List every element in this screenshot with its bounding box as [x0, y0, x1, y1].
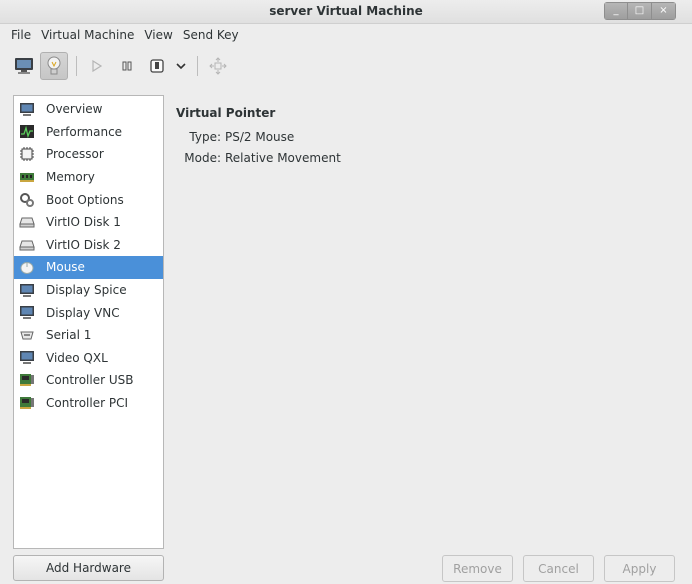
close-button[interactable]: × [652, 2, 676, 20]
mode-label: Mode: [184, 150, 221, 165]
type-value: PS/2 Mouse [225, 129, 295, 144]
type-label: Type: [189, 129, 221, 144]
toolbar-separator [76, 56, 77, 76]
hw-item-controller-usb[interactable]: Controller USB [14, 369, 163, 392]
display-icon [18, 305, 36, 321]
hw-item-virtio-disk-1[interactable]: VirtIO Disk 1 [14, 211, 163, 234]
controller-icon [18, 372, 36, 388]
dropdown-icon [176, 63, 186, 70]
shutdown-menu-button[interactable] [173, 52, 189, 80]
maximize-button[interactable]: □ [628, 2, 652, 20]
fullscreen-icon [209, 57, 227, 75]
menu-send-key[interactable]: Send Key [178, 28, 244, 42]
mode-row: Mode: Relative Movement [176, 147, 341, 168]
section-title: Virtual Pointer [176, 106, 276, 120]
shutdown-icon [150, 59, 164, 73]
disk-icon [18, 237, 36, 253]
run-icon [92, 59, 103, 73]
hw-item-memory[interactable]: Memory [14, 166, 163, 189]
serial-icon [18, 327, 36, 343]
run-button[interactable] [83, 52, 111, 80]
lightbulb-icon [47, 56, 61, 75]
pause-icon [122, 61, 132, 71]
memory-icon [18, 169, 36, 185]
pause-button[interactable] [113, 52, 141, 80]
hw-item-boot-options[interactable]: Boot Options [14, 188, 163, 211]
toolbar [0, 50, 692, 82]
hw-item-performance[interactable]: Performance [14, 121, 163, 144]
hw-item-overview[interactable]: Overview [14, 98, 163, 121]
hw-item-display-spice[interactable]: Display Spice [14, 279, 163, 302]
display-icon [18, 350, 36, 366]
console-button[interactable] [10, 52, 38, 80]
hw-item-display-vnc[interactable]: Display VNC [14, 301, 163, 324]
toolbar-separator [197, 56, 198, 76]
menu-virtual-machine[interactable]: Virtual Machine [36, 28, 139, 42]
window-title: server Virtual Machine [269, 4, 423, 18]
type-row: Type: PS/2 Mouse [176, 126, 341, 147]
mouse-icon [18, 259, 36, 275]
hw-item-mouse[interactable]: Mouse [14, 256, 163, 279]
hardware-list: Overview Performance Processor Memory Bo… [13, 95, 164, 549]
menu-view[interactable]: View [139, 28, 177, 42]
title-bar: server Virtual Machine _ □ × [0, 0, 692, 24]
display-icon [18, 282, 36, 298]
hw-item-video-qxl[interactable]: Video QXL [14, 347, 163, 370]
monitor-icon [18, 101, 36, 117]
cpu-icon [18, 146, 36, 162]
menu-bar: File Virtual Machine View Send Key [0, 24, 692, 46]
details-pane: Virtual Pointer Type: PS/2 Mouse Mode: R… [176, 106, 341, 168]
controller-icon [18, 395, 36, 411]
add-hardware-button[interactable]: Add Hardware [13, 555, 164, 581]
remove-button[interactable]: Remove [442, 555, 513, 582]
hw-item-controller-pci[interactable]: Controller PCI [14, 392, 163, 415]
apply-button[interactable]: Apply [604, 555, 675, 582]
mode-value: Relative Movement [225, 150, 341, 165]
fullscreen-button[interactable] [204, 52, 232, 80]
hw-item-serial-1[interactable]: Serial 1 [14, 324, 163, 347]
details-button[interactable] [40, 52, 68, 80]
window-controls: _ □ × [604, 2, 676, 20]
boot-icon [18, 192, 36, 208]
disk-icon [18, 214, 36, 230]
hw-item-processor[interactable]: Processor [14, 143, 163, 166]
menu-file[interactable]: File [6, 28, 36, 42]
minimize-button[interactable]: _ [604, 2, 628, 20]
hw-item-virtio-disk-2[interactable]: VirtIO Disk 2 [14, 234, 163, 257]
performance-icon [18, 124, 36, 140]
cancel-button[interactable]: Cancel [523, 555, 594, 582]
console-icon [15, 58, 33, 74]
shutdown-button[interactable] [143, 52, 171, 80]
